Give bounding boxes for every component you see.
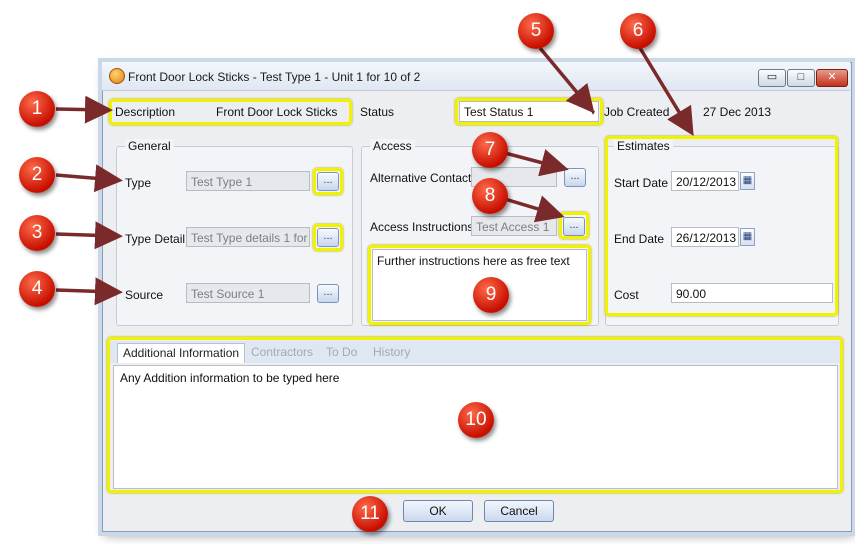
callout-badge-3: 3 (19, 215, 55, 251)
callout-badge-6: 6 (620, 13, 656, 49)
callout-arrow-2 (55, 164, 123, 193)
callout-arrow-8 (504, 195, 565, 223)
callout-arrow-1 (55, 95, 113, 124)
callout-badge-2: 2 (19, 157, 55, 193)
callout-arrows (55, 46, 694, 306)
callout-arrow-7 (504, 149, 569, 177)
callout-badge-8: 8 (472, 178, 508, 214)
callout-arrow-5 (538, 46, 595, 114)
callout-badge-7: 7 (472, 132, 508, 168)
callout-arrow-4 (55, 277, 123, 306)
callout-arrow-6 (638, 47, 694, 136)
callout-badge-10: 10 (458, 402, 494, 438)
callout-badge-5: 5 (518, 13, 554, 49)
callout-badge-11: 11 (352, 496, 388, 532)
callout-badge-9: 9 (473, 277, 509, 313)
callout-badge-4: 4 (19, 271, 55, 307)
callout-arrow-3 (55, 221, 123, 250)
callout-badge-1: 1 (19, 91, 55, 127)
